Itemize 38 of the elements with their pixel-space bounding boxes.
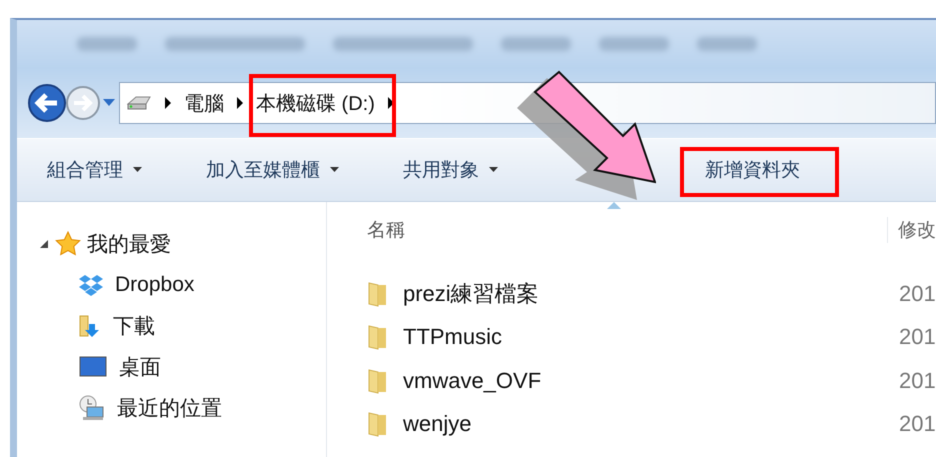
file-name[interactable]: wenjye (403, 411, 873, 438)
toolbar-button[interactable]: 組合管理 (37, 151, 152, 189)
file-name[interactable]: prezi練習檔案 (403, 278, 873, 309)
nav-item[interactable]: Dropbox (115, 272, 194, 296)
sort-arrow-icon (607, 202, 621, 209)
date-modified: 201 (899, 368, 936, 394)
toolbar-button[interactable]: 加入至媒體櫃 (196, 151, 349, 189)
nav-item[interactable]: 桌面 (119, 352, 161, 380)
toolbar-button[interactable]: 共用對象 (393, 151, 508, 189)
open-box-icon (79, 274, 103, 296)
star-icon (55, 231, 81, 257)
nav-item[interactable]: 下載 (113, 312, 155, 340)
date-modified: 201 (899, 324, 936, 350)
nav-item[interactable]: 我的最愛 (87, 230, 171, 258)
toolbar-button[interactable]: 新增資料夾 (687, 151, 818, 189)
column-header[interactable]: 修改 (887, 217, 936, 243)
folder-icon (367, 280, 389, 307)
breadcrumb-item[interactable]: 本機磁碟 (D:) (256, 90, 375, 116)
dropdown-caret-icon[interactable] (133, 167, 142, 173)
date-modified: 201 (899, 411, 936, 438)
date-modified: 201 (899, 280, 936, 307)
back-button[interactable] (27, 83, 67, 123)
folder-icon (367, 324, 389, 350)
folder-icon (367, 368, 389, 394)
address-bar[interactable]: 電腦 本機磁碟 (D:) (119, 82, 936, 124)
dropdown-caret-icon[interactable] (489, 167, 498, 173)
folder-icon (367, 411, 389, 438)
file-name[interactable]: TTPmusic (403, 324, 873, 350)
column-header[interactable]: 名稱 (367, 217, 887, 243)
file-name[interactable]: vmwave_OVF (403, 368, 873, 394)
drive-icon (126, 95, 152, 111)
breadcrumb-item[interactable]: 電腦 (184, 90, 224, 116)
folder-download-icon (79, 314, 101, 338)
recent-places-icon (79, 394, 105, 420)
dropdown-caret-icon[interactable] (330, 167, 339, 173)
monitor-icon (79, 356, 107, 378)
expand-triangle-icon[interactable] (39, 239, 49, 249)
nav-item[interactable]: 最近的位置 (117, 394, 222, 422)
